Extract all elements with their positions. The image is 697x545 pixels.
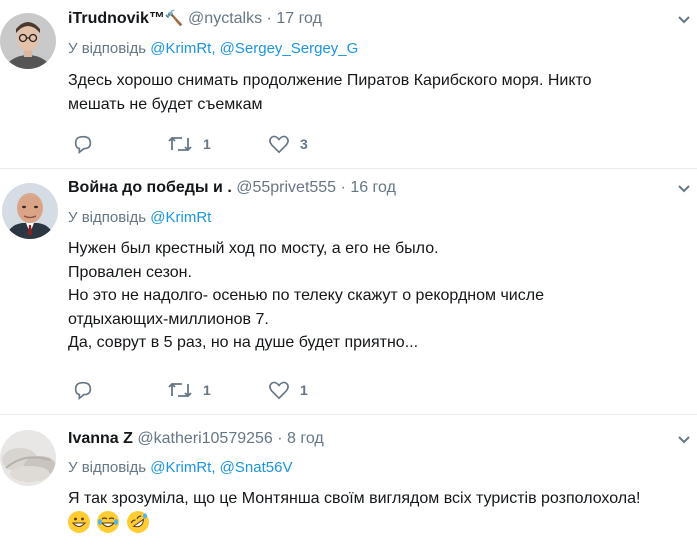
heart-icon xyxy=(269,381,289,400)
username[interactable]: @nyctalks xyxy=(188,10,262,27)
hammer-icon: 🔨 xyxy=(164,10,184,27)
grinning-face-emoji-icon xyxy=(68,510,90,533)
retweet-icon xyxy=(168,382,192,398)
tweet-header: Ivanna Z @katheri10579256 · 8 год xyxy=(68,429,324,449)
retweet-button[interactable]: 1 xyxy=(167,378,211,402)
retweet-icon xyxy=(168,136,192,152)
username[interactable]: @55privet555 xyxy=(236,179,336,196)
retweet-button[interactable]: 1 xyxy=(167,132,211,156)
like-count: 3 xyxy=(300,136,308,152)
tweet-header: iTrudnovik™🔨 @nyctalks · 17 год xyxy=(68,9,322,29)
mention-link[interactable]: @KrimRt xyxy=(150,209,211,226)
reply-prefix: У відповідь xyxy=(68,209,147,226)
tweet[interactable]: iTrudnovik™🔨 @nyctalks · 17 год У відпов… xyxy=(0,0,697,169)
tweet[interactable]: Война до победы и . @55privet555 · 16 го… xyxy=(0,169,697,415)
reply-prefix: У відповідь xyxy=(68,459,147,476)
text-line: Здесь хорошо снимать продолжение Пиратов… xyxy=(68,72,592,89)
display-name[interactable]: Ivanna Z xyxy=(68,430,133,447)
reply-icon xyxy=(74,381,92,400)
text-line: отдыхающих-миллионов 7. xyxy=(68,310,269,328)
mention-link[interactable]: @Sergey_Sergey_G xyxy=(220,40,359,57)
display-name[interactable]: iTrudnovik™ xyxy=(68,10,165,27)
mention-link[interactable]: @KrimRt xyxy=(150,459,211,476)
text-line: Провален сезон. xyxy=(68,263,192,281)
retweet-count: 1 xyxy=(203,382,211,398)
chevron-down-icon[interactable] xyxy=(677,184,691,194)
rolling-laughing-emoji-icon xyxy=(126,510,149,533)
username[interactable]: @katheri10579256 xyxy=(137,430,272,447)
text-line: Нужен был крестный ход по мосту, а его н… xyxy=(68,240,439,257)
chevron-down-icon[interactable] xyxy=(677,435,691,445)
separator-dot: · xyxy=(266,10,272,27)
text-line: Я так зрозуміла, що це Монтяншa своїм ви… xyxy=(68,490,641,507)
reply-context: У відповідь @KrimRt xyxy=(68,208,211,228)
separator-dot: · xyxy=(277,430,283,447)
reply-context: У відповідь @KrimRt, @Snat56V xyxy=(68,459,293,476)
chevron-down-icon[interactable] xyxy=(677,15,691,25)
text-line: Но это не надолго- осенью по телеку скаж… xyxy=(68,287,544,304)
heart-icon xyxy=(269,135,289,154)
avatar[interactable] xyxy=(0,430,56,486)
timestamp[interactable]: 8 год xyxy=(287,430,324,447)
like-count: 1 xyxy=(300,382,308,398)
tweet-header: Война до победы и . @55privet555 · 16 го… xyxy=(68,178,396,198)
mention-link[interactable]: @Snat56V xyxy=(220,459,293,476)
tweet-text: Нужен был крестный ход по мосту, а его н… xyxy=(68,237,688,355)
tears-of-joy-emoji-icon xyxy=(97,510,120,533)
timestamp[interactable]: 16 год xyxy=(350,179,396,196)
tweet-text: Я так зрозуміла, що це Монтяншa своїм ви… xyxy=(68,487,688,533)
reply-context: У відповідь @KrimRt, @Sergey_Sergey_G xyxy=(68,40,359,57)
mention-link[interactable]: @KrimRt xyxy=(150,40,211,57)
reply-icon xyxy=(74,135,92,154)
reply-prefix: У відповідь xyxy=(68,40,147,57)
timestamp[interactable]: 17 год xyxy=(276,10,322,27)
separator-dot: · xyxy=(340,179,346,196)
tweet-text: Здесь хорошо снимать продолжение Пиратов… xyxy=(68,69,688,116)
emoji-row xyxy=(68,510,688,533)
text-line: Да, соврут в 5 раз, но на душе будет при… xyxy=(68,334,419,351)
avatar[interactable] xyxy=(2,183,58,239)
like-button[interactable]: 3 xyxy=(268,132,308,156)
retweet-count: 1 xyxy=(203,136,211,152)
tweet[interactable]: Ivanna Z @katheri10579256 · 8 год У відп… xyxy=(0,415,697,545)
avatar[interactable] xyxy=(0,13,56,69)
display-name[interactable]: Война до победы и . xyxy=(68,179,232,196)
reply-button[interactable] xyxy=(72,378,94,402)
like-button[interactable]: 1 xyxy=(268,378,308,402)
reply-button[interactable] xyxy=(72,132,94,156)
text-line: мешать не будет съемкам xyxy=(68,95,263,113)
